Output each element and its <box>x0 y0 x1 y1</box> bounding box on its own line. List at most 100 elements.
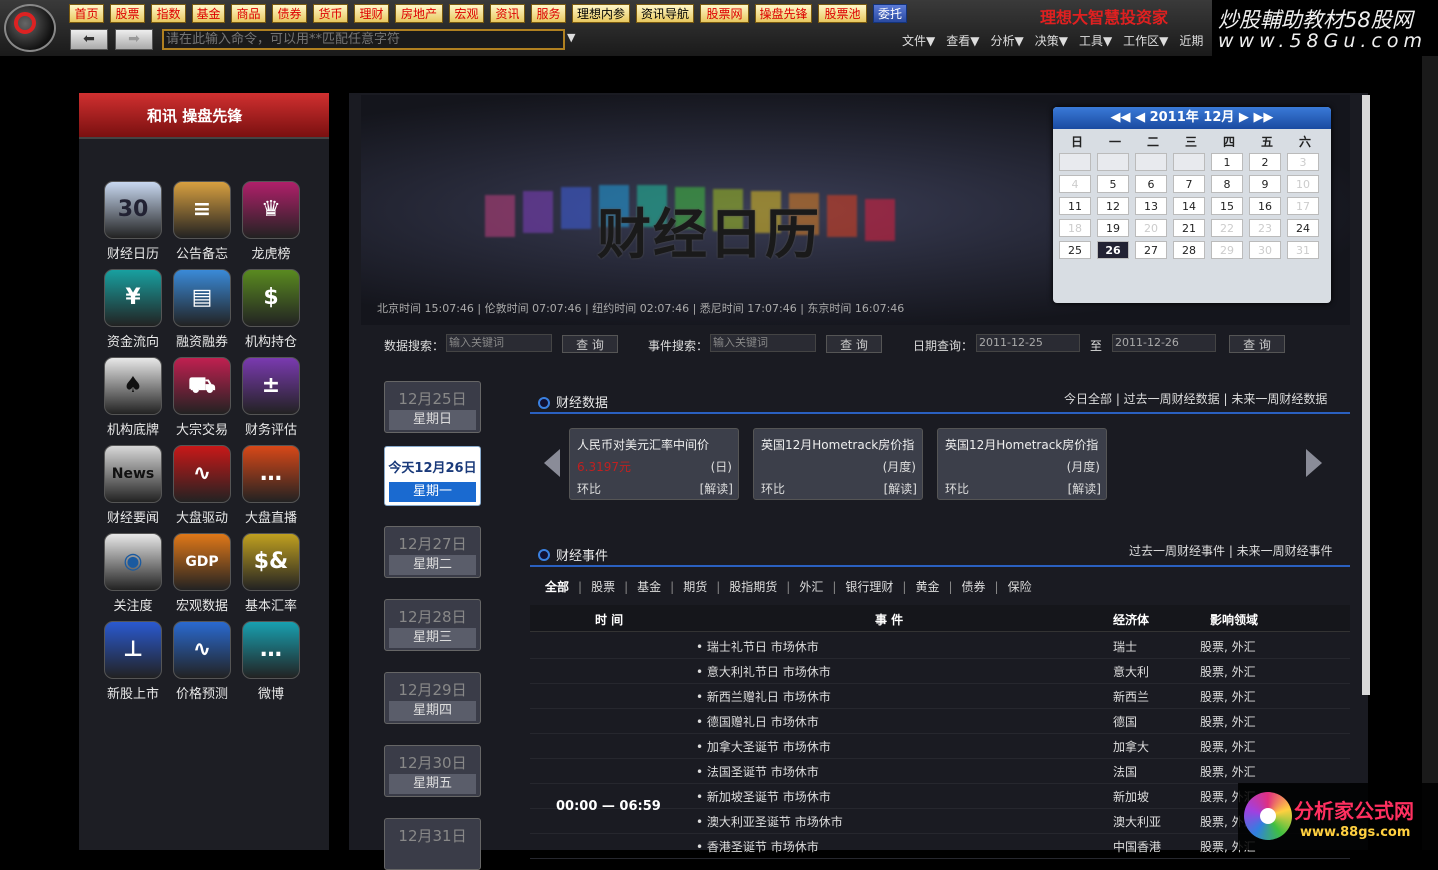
content-scrollbar[interactable] <box>1362 95 1370 695</box>
nav-button-4[interactable]: 基金 <box>192 4 225 23</box>
calendar-day[interactable]: 9 <box>1249 175 1281 193</box>
calendar-day[interactable]: 3 <box>1287 153 1319 171</box>
tile-5[interactable]: ▤ <box>173 269 231 327</box>
nav-button-10[interactable]: 宏观 <box>449 4 484 23</box>
calendar-day[interactable]: 29 <box>1211 241 1243 259</box>
calendar-day[interactable]: 7 <box>1173 175 1205 193</box>
date-card-5[interactable]: 12月29日 星期四 <box>384 672 481 724</box>
nav-button-15[interactable]: 股票网 <box>700 4 749 23</box>
date-card-2[interactable]: 今天12月26日 星期一 <box>384 446 481 506</box>
nav-button-3[interactable]: 指数 <box>151 4 186 23</box>
fin-events-links[interactable]: 过去一周财经事件 | 未来一周财经事件 <box>1129 542 1333 559</box>
date-search-button[interactable]: 查 询 <box>1229 335 1285 353</box>
tile-9[interactable]: ± <box>242 357 300 415</box>
forward-button[interactable]: ➡ <box>115 29 153 50</box>
nav-button-9[interactable]: 房地产 <box>395 4 443 23</box>
nav-button-11[interactable]: 资讯 <box>490 4 525 23</box>
calendar-day[interactable]: 5 <box>1097 175 1129 193</box>
date-from-input[interactable]: 2011-12-25 <box>976 334 1080 352</box>
event-search-input[interactable]: 输入关键词 <box>710 334 816 352</box>
tile-2[interactable]: ≡ <box>173 181 231 239</box>
calendar-day[interactable]: 31 <box>1287 241 1319 259</box>
tile-10[interactable]: News <box>104 445 162 503</box>
tile-3[interactable]: ♛ <box>242 181 300 239</box>
calendar-day[interactable]: 28 <box>1173 241 1205 259</box>
table-row[interactable]: • 法国圣诞节 市场休市 法国 股票, 外汇 <box>530 758 1350 784</box>
filter-tab-7[interactable]: 银行理财 <box>845 580 893 594</box>
interpret-link[interactable]: [解读] <box>700 480 733 497</box>
calendar-day[interactable]: 23 <box>1249 219 1281 237</box>
nav-button-5[interactable]: 商品 <box>231 4 266 23</box>
filter-tab-6[interactable]: 外汇 <box>799 580 823 594</box>
calendar-day[interactable]: 21 <box>1173 219 1205 237</box>
calendar-day[interactable]: 14 <box>1173 197 1205 215</box>
table-row[interactable]: • 香港圣诞节 市场休市 中国香港 股票, 外汇 <box>530 833 1350 859</box>
menu-item-1[interactable]: 文件▼ <box>902 34 935 48</box>
calendar-day[interactable]: 1 <box>1211 153 1243 171</box>
table-row[interactable]: • 意大利礼节日 市场休市 意大利 股票, 外汇 <box>530 658 1350 684</box>
nav-button-2[interactable]: 股票 <box>110 4 145 23</box>
calendar-day[interactable]: 27 <box>1135 241 1167 259</box>
tile-16[interactable]: ⊥ <box>104 621 162 679</box>
nav-button-1[interactable]: 首页 <box>69 4 104 23</box>
fin-data-card-1[interactable]: 人民币对美元汇率中间价 (日) 6.3197元 环比 [解读] <box>569 428 739 500</box>
date-card-3[interactable]: 12月27日 星期二 <box>384 526 481 578</box>
tile-15[interactable]: $& <box>242 533 300 591</box>
interpret-link[interactable]: [解读] <box>884 480 917 497</box>
filter-tab-9[interactable]: 债券 <box>962 580 986 594</box>
date-to-input[interactable]: 2011-12-26 <box>1112 334 1216 352</box>
nav-button-18[interactable]: 委托 <box>873 4 907 23</box>
calendar-day[interactable]: 19 <box>1097 219 1129 237</box>
calendar-day[interactable]: 26 <box>1097 241 1129 259</box>
tile-8[interactable]: ⛟ <box>173 357 231 415</box>
nav-button-7[interactable]: 货币 <box>313 4 348 23</box>
tile-11[interactable]: ∿ <box>173 445 231 503</box>
calendar-header[interactable]: ◀◀ ◀ 2011年 12月 ▶ ▶▶ <box>1053 107 1331 129</box>
filter-tab-3[interactable]: 基金 <box>637 580 661 594</box>
data-search-button[interactable]: 查 询 <box>562 335 618 353</box>
date-card-4[interactable]: 12月28日 星期三 <box>384 599 481 651</box>
event-search-button[interactable]: 查 询 <box>826 335 882 353</box>
command-dropdown-icon[interactable]: ▼ <box>567 31 575 44</box>
nav-button-17[interactable]: 股票池 <box>818 4 867 23</box>
menu-item-5[interactable]: 工具▼ <box>1079 34 1112 48</box>
menu-item-2[interactable]: 查看▼ <box>946 34 979 48</box>
menu-item-6[interactable]: 工作区▼ <box>1123 34 1168 48</box>
nav-button-6[interactable]: 债券 <box>272 4 307 23</box>
fin-data-links[interactable]: 今日全部 | 过去一周财经数据 | 未来一周财经数据 <box>1064 390 1327 407</box>
calendar-day[interactable]: 22 <box>1211 219 1243 237</box>
interpret-link[interactable]: [解读] <box>1068 480 1101 497</box>
calendar-day[interactable]: 11 <box>1059 197 1091 215</box>
filter-tab-4[interactable]: 期货 <box>683 580 707 594</box>
calendar-day[interactable]: 16 <box>1249 197 1281 215</box>
calendar-day[interactable]: 30 <box>1249 241 1281 259</box>
date-card-1[interactable]: 12月25日 星期日 <box>384 381 481 433</box>
nav-button-14[interactable]: 资讯导航 <box>636 4 694 23</box>
nav-button-8[interactable]: 理财 <box>354 4 389 23</box>
tile-18[interactable]: … <box>242 621 300 679</box>
date-card-6[interactable]: 12月30日 星期五 <box>384 745 481 797</box>
filter-tab-2[interactable]: 股票 <box>591 580 615 594</box>
calendar-day[interactable]: 2 <box>1249 153 1281 171</box>
calendar-day[interactable]: 8 <box>1211 175 1243 193</box>
menu-item-3[interactable]: 分析▼ <box>990 34 1023 48</box>
date-card-7[interactable]: 12月31日 <box>384 818 481 870</box>
tile-13[interactable]: ◉ <box>104 533 162 591</box>
nav-button-13[interactable]: 理想内参 <box>572 4 630 23</box>
nav-button-12[interactable]: 服务 <box>531 4 566 23</box>
calendar-day[interactable]: 6 <box>1135 175 1167 193</box>
menu-item-7[interactable]: 近期 <box>1179 34 1203 48</box>
back-button[interactable]: ⬅ <box>70 29 108 50</box>
calendar-day[interactable]: 18 <box>1059 219 1091 237</box>
calendar-day[interactable]: 25 <box>1059 241 1091 259</box>
tile-17[interactable]: ∿ <box>173 621 231 679</box>
calendar-day[interactable]: 17 <box>1287 197 1319 215</box>
tile-1[interactable]: 30 <box>104 181 162 239</box>
nav-button-16[interactable]: 操盘先锋 <box>755 4 812 23</box>
calendar-day[interactable]: 4 <box>1059 175 1091 193</box>
data-search-input[interactable]: 输入关键词 <box>446 334 552 352</box>
command-input[interactable] <box>162 29 565 50</box>
filter-tab-5[interactable]: 股指期货 <box>729 580 777 594</box>
fin-data-card-2[interactable]: 英国12月Hometrack房价指 (月度) 环比 [解读] <box>753 428 923 500</box>
filter-tab-1[interactable]: 全部 <box>545 580 569 594</box>
